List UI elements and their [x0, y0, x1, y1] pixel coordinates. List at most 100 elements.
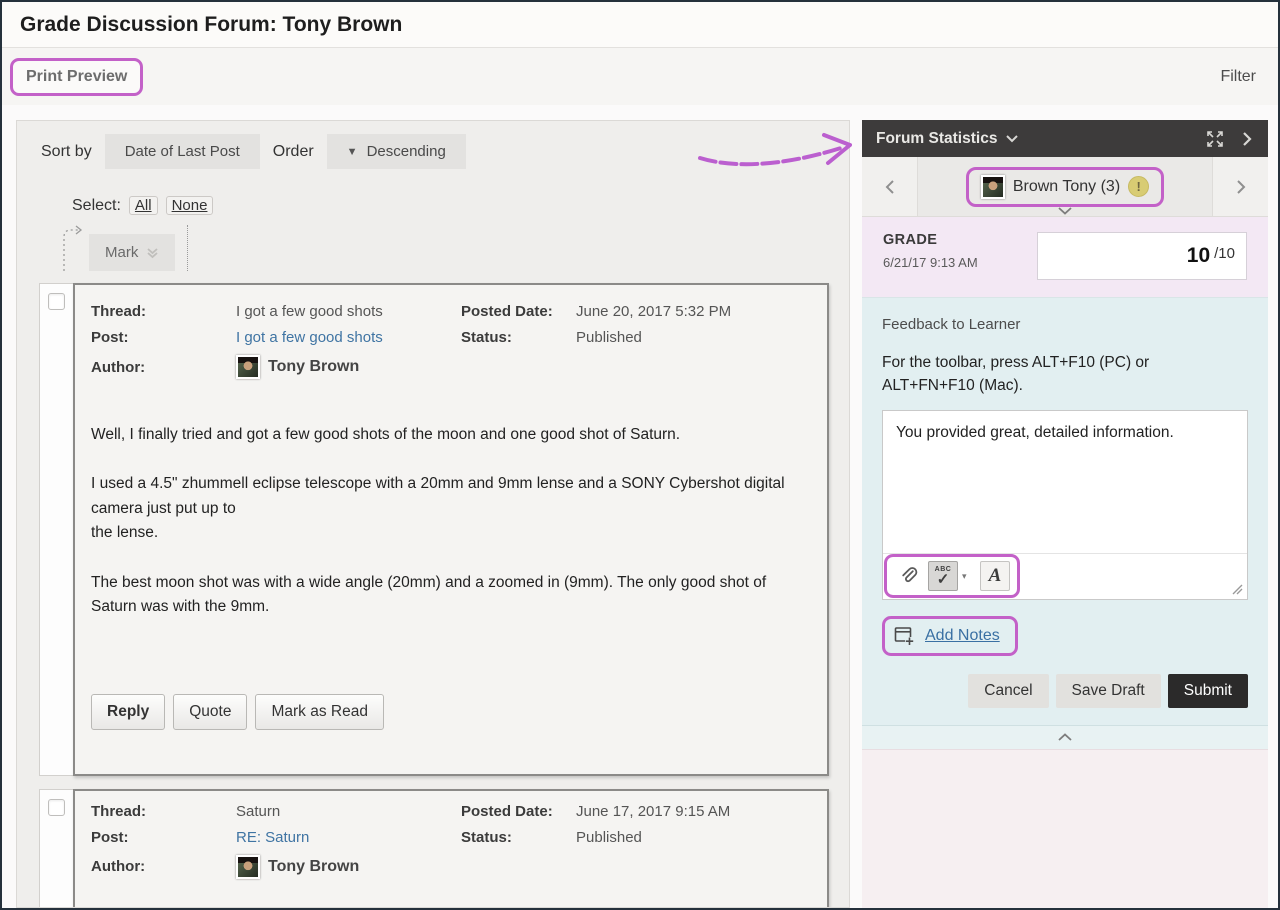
filter-button[interactable]: Filter — [1220, 68, 1256, 86]
grade-score: 10 — [1187, 244, 1210, 268]
page: Grade Discussion Forum: Tony Brown Print… — [0, 0, 1280, 910]
author-cell: Tony Brown — [236, 355, 811, 379]
grade-section: GRADE 6/21/17 9:13 AM 10 /10 — [862, 217, 1268, 297]
status-label: Status: — [461, 329, 576, 346]
author-cell: Tony Brown — [236, 855, 811, 879]
spellcheck-dropdown-icon[interactable]: ▾ — [962, 571, 972, 582]
feedback-editor[interactable]: You provided great, detailed information… — [882, 410, 1248, 600]
collapse-panel-icon[interactable] — [1240, 130, 1254, 148]
grade-info: GRADE 6/21/17 9:13 AM — [883, 232, 978, 297]
order-value: Descending — [367, 143, 446, 160]
thread-value: I got a few good shots — [236, 303, 461, 320]
posts-panel: Sort by Date of Last Post Order ▼ Descen… — [16, 120, 850, 908]
divider — [187, 225, 188, 271]
post-meta: Thread: I got a few good shots Posted Da… — [91, 303, 811, 379]
sort-by-label: Sort by — [41, 143, 92, 161]
elbow-arrow-icon — [57, 223, 87, 271]
cancel-button[interactable]: Cancel — [968, 674, 1048, 708]
descending-icon: ▼ — [347, 146, 358, 158]
forum-statistics-title: Forum Statistics — [876, 130, 997, 148]
post-paragraph: The best moon shot was with a wide angle… — [91, 571, 797, 620]
toolbar-hint: For the toolbar, press ALT+F10 (PC) or A… — [882, 351, 1212, 398]
select-label: Select: — [72, 197, 121, 215]
chevron-down-icon — [146, 246, 159, 259]
post-title-link[interactable]: I got a few good shots — [236, 329, 383, 346]
author-name: Tony Brown — [268, 858, 359, 876]
post-actions: Reply Quote Mark as Read — [91, 694, 811, 730]
needs-grading-icon: ! — [1128, 176, 1149, 197]
mark-bar: Mark — [57, 223, 849, 271]
text-editor-icon[interactable]: A — [980, 561, 1010, 591]
chevron-down-icon — [1006, 135, 1018, 143]
thread-value: Saturn — [236, 803, 461, 820]
post-checkbox-column — [39, 789, 73, 908]
mark-as-read-button[interactable]: Mark as Read — [255, 694, 383, 730]
action-bar: Print Preview Filter — [2, 48, 1278, 105]
student-selector-area: Brown Tony (3) ! — [918, 157, 1212, 216]
grade-label: GRADE — [883, 232, 978, 248]
stats-bar-icons — [1206, 130, 1254, 148]
select-none-link[interactable]: None — [166, 196, 214, 215]
status-label: Status: — [461, 829, 576, 846]
resize-handle-icon[interactable] — [1229, 581, 1243, 595]
feedback-actions: Cancel Save Draft Submit — [882, 674, 1248, 725]
attach-file-icon[interactable] — [894, 561, 924, 591]
reply-button[interactable]: Reply — [91, 694, 165, 730]
post-checkbox[interactable] — [48, 293, 65, 310]
grade-date: 6/21/17 9:13 AM — [883, 255, 978, 270]
posted-date-label: Posted Date: — [461, 803, 576, 820]
post-paragraph: Well, I finally tried and got a few good… — [91, 423, 797, 447]
status-value: Published — [576, 329, 811, 346]
collapse-bar[interactable] — [862, 725, 1268, 749]
student-nav: Brown Tony (3) ! — [862, 157, 1268, 217]
student-selector[interactable]: Brown Tony (3) ! — [966, 167, 1164, 207]
sort-by-value: Date of Last Post — [125, 143, 240, 160]
avatar — [981, 175, 1005, 199]
select-all-link[interactable]: All — [129, 196, 158, 215]
post-title-link[interactable]: RE: Saturn — [236, 829, 309, 846]
avatar — [236, 355, 260, 379]
spellcheck-icon[interactable]: ABC ✓ — [928, 561, 958, 591]
author-label: Author: — [91, 858, 236, 875]
posted-date-value: June 20, 2017 5:32 PM — [576, 303, 811, 320]
post-card: Thread: Saturn Posted Date: June 17, 201… — [73, 789, 829, 908]
page-title: Grade Discussion Forum: Tony Brown — [20, 13, 402, 37]
feedback-text: You provided great, detailed information… — [883, 411, 1247, 455]
post-item-2: Thread: Saturn Posted Date: June 17, 201… — [39, 789, 829, 908]
post-label: Post: — [91, 329, 236, 346]
post-item-1: Thread: I got a few good shots Posted Da… — [39, 283, 829, 776]
post-meta: Thread: Saturn Posted Date: June 17, 201… — [91, 803, 811, 879]
quote-button[interactable]: Quote — [173, 694, 247, 730]
content: Sort by Date of Last Post Order ▼ Descen… — [2, 105, 1278, 908]
notes-icon — [894, 626, 916, 646]
grade-out-of: /10 — [1214, 245, 1235, 262]
post-checkbox-column — [39, 283, 73, 776]
select-bar: Select: All None — [72, 196, 849, 215]
print-preview-button[interactable]: Print Preview — [26, 68, 127, 85]
avatar — [236, 855, 260, 879]
print-preview-highlight: Print Preview — [10, 58, 143, 96]
status-value: Published — [576, 829, 811, 846]
author-name: Tony Brown — [268, 358, 359, 376]
save-draft-button[interactable]: Save Draft — [1056, 674, 1161, 708]
next-student-button[interactable] — [1212, 157, 1268, 216]
sidebar-footer — [862, 749, 1268, 909]
mark-label: Mark — [105, 244, 138, 261]
author-label: Author: — [91, 359, 236, 376]
expand-icon[interactable] — [1206, 130, 1224, 148]
sort-by-button[interactable]: Date of Last Post — [105, 134, 260, 169]
submit-button[interactable]: Submit — [1168, 674, 1248, 708]
order-button[interactable]: ▼ Descending — [327, 134, 466, 169]
forum-statistics-menu[interactable]: Forum Statistics — [876, 130, 1018, 148]
posted-date-label: Posted Date: — [461, 303, 576, 320]
mark-button[interactable]: Mark — [89, 234, 175, 271]
post-card: Thread: I got a few good shots Posted Da… — [73, 283, 829, 776]
page-header: Grade Discussion Forum: Tony Brown — [2, 2, 1278, 48]
editor-toolbar: ABC ✓ ▾ A — [883, 553, 1247, 599]
editor-toolbar-highlight: ABC ✓ ▾ A — [884, 554, 1020, 598]
add-notes-link[interactable]: Add Notes — [925, 627, 1000, 645]
post-checkbox[interactable] — [48, 799, 65, 816]
grade-input[interactable]: 10 /10 — [1037, 232, 1247, 280]
post-paragraph: I used a 4.5" zhummell eclipse telescope… — [91, 472, 797, 545]
previous-student-button[interactable] — [862, 157, 918, 216]
